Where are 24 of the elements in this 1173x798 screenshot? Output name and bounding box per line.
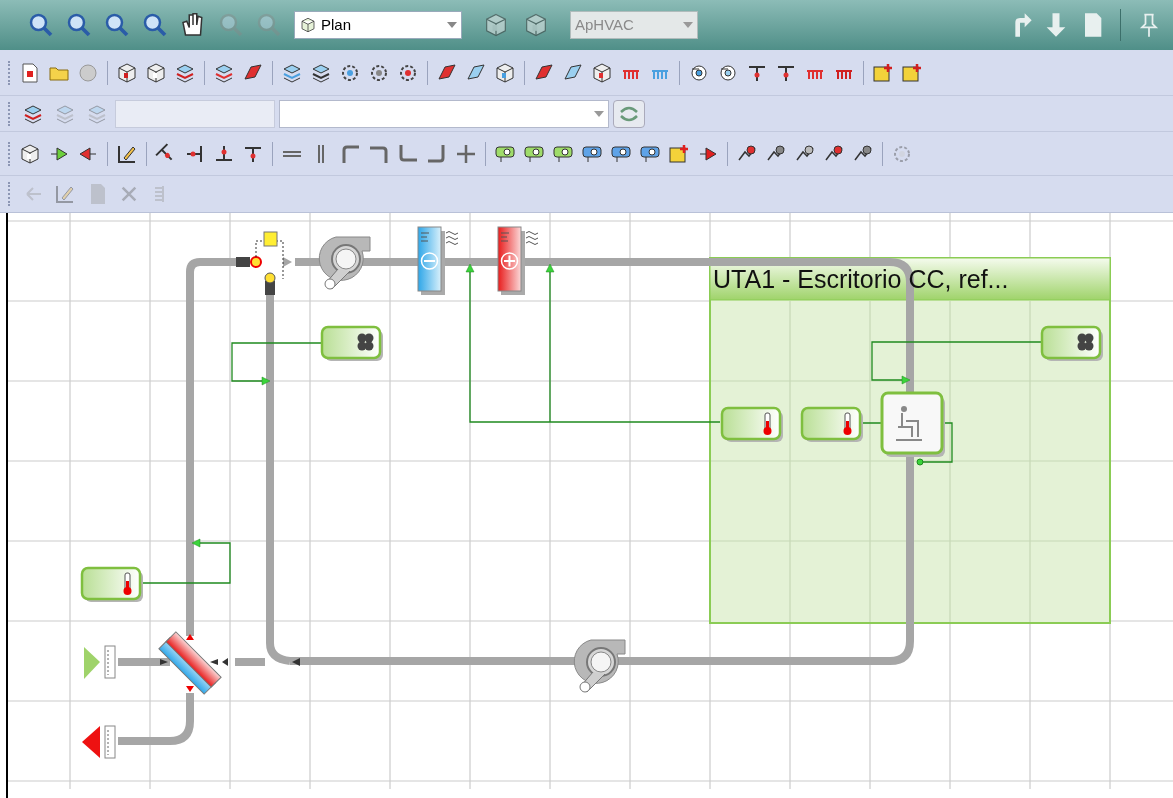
air-outlet[interactable] bbox=[82, 725, 116, 759]
temperature-sensor[interactable] bbox=[80, 566, 143, 602]
cube-icon bbox=[299, 16, 317, 34]
caret-icon bbox=[447, 22, 457, 28]
room-unit[interactable] bbox=[880, 391, 945, 457]
input-field[interactable] bbox=[115, 99, 275, 128]
temperature-sensor[interactable] bbox=[720, 406, 783, 442]
cooling-coil[interactable] bbox=[417, 226, 459, 295]
damper[interactable] bbox=[236, 256, 292, 295]
heat-recovery-unit[interactable] bbox=[158, 631, 222, 695]
dropdown-value: Plan bbox=[321, 14, 353, 35]
temperature-sensor[interactable] bbox=[800, 406, 863, 442]
dropdown-value: ApHVAC bbox=[575, 14, 635, 35]
caret-icon bbox=[594, 110, 604, 117]
controller-node[interactable] bbox=[255, 231, 284, 280]
fan-unit[interactable] bbox=[573, 639, 626, 693]
fan-controller[interactable] bbox=[320, 325, 383, 361]
fan-controller[interactable] bbox=[1040, 325, 1103, 361]
refresh-button[interactable] bbox=[613, 99, 645, 128]
view-dropdown[interactable]: Plan bbox=[294, 11, 462, 39]
fan-unit[interactable] bbox=[318, 236, 371, 290]
caret-icon bbox=[683, 22, 693, 28]
zone-title: UTA1 - Escritorio CC, ref... bbox=[713, 265, 1009, 293]
heating-coil[interactable] bbox=[497, 226, 539, 295]
